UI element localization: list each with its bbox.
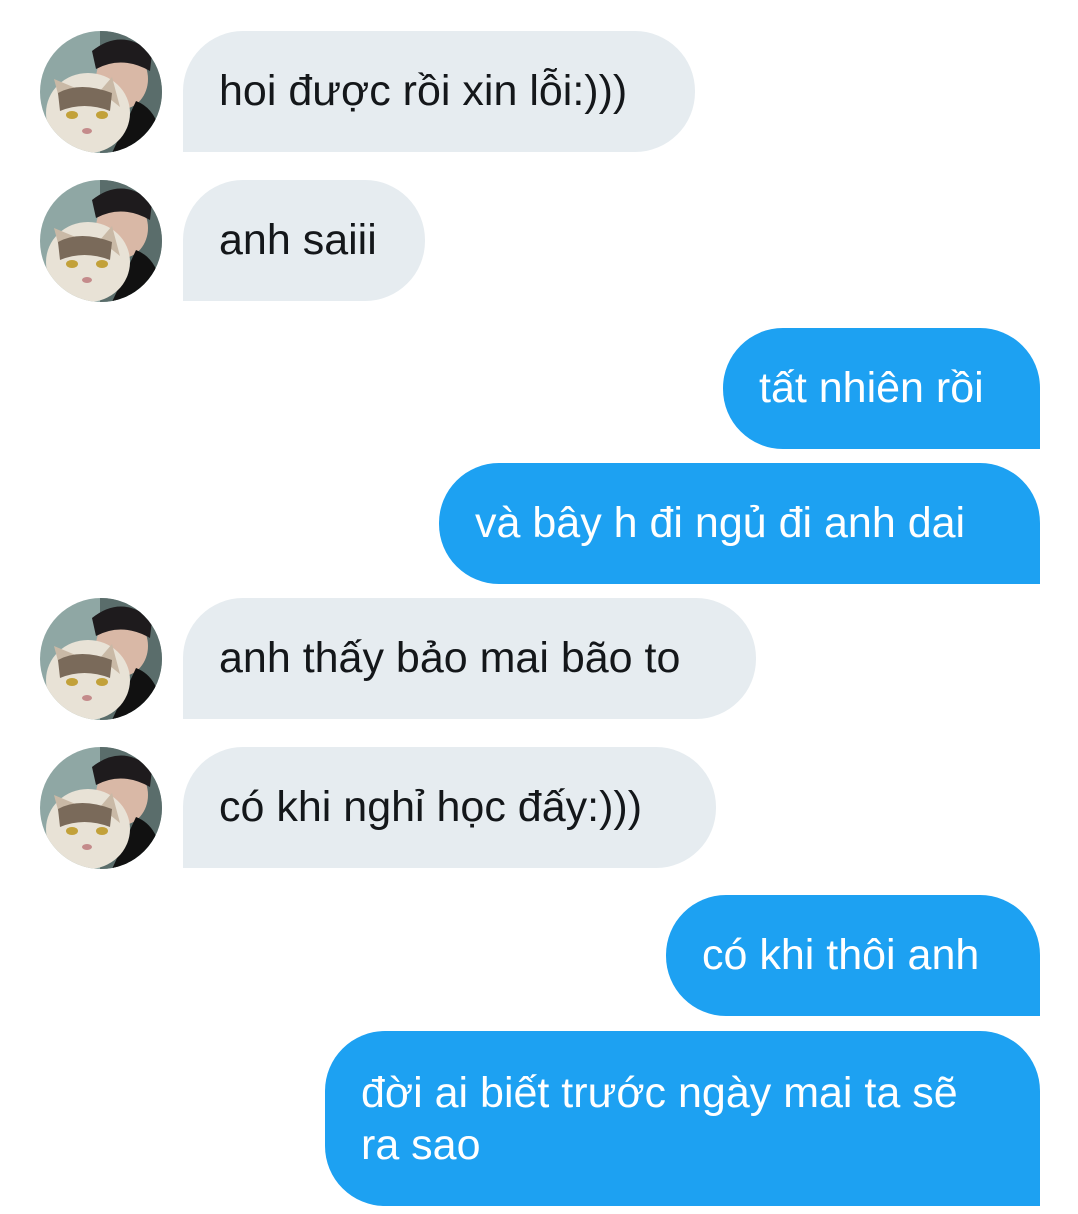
cat-photo-icon [40,31,162,153]
sender-avatar[interactable] [40,180,162,302]
message-text: anh thấy bảo mai bão to [219,634,681,682]
message-bubble-outgoing[interactable]: đời ai biết trước ngày mai ta sẽ ra sao [325,1031,1040,1206]
message-text: anh saiii [219,216,377,264]
sender-avatar[interactable] [40,598,162,720]
message-text: và bây h đi ngủ đi anh dai [475,499,966,547]
message-text: hoi được rồi xin lỗi:))) [219,67,628,115]
chat-thread: hoi được rồi xin lỗi:))) anh saiii tất n… [0,0,1078,1214]
sender-avatar[interactable] [40,747,162,869]
message-bubble-incoming[interactable]: có khi nghỉ học đấy:))) [183,747,716,868]
message-bubble-outgoing[interactable]: tất nhiên rồi [723,328,1040,449]
sender-avatar[interactable] [40,31,162,153]
message-text: có khi thôi anh [702,931,980,979]
message-bubble-outgoing[interactable]: có khi thôi anh [666,895,1040,1016]
message-bubble-incoming[interactable]: anh thấy bảo mai bão to [183,598,756,719]
message-bubble-incoming[interactable]: anh saiii [183,180,425,301]
cat-photo-icon [40,180,162,302]
message-text: đời ai biết trước ngày mai ta sẽ ra sao [361,1069,958,1169]
message-bubble-outgoing[interactable]: và bây h đi ngủ đi anh dai [439,463,1040,584]
cat-photo-icon [40,598,162,720]
message-bubble-incoming[interactable]: hoi được rồi xin lỗi:))) [183,31,695,152]
message-text: tất nhiên rồi [759,364,984,412]
message-text: có khi nghỉ học đấy:))) [219,783,643,831]
cat-photo-icon [40,747,162,869]
